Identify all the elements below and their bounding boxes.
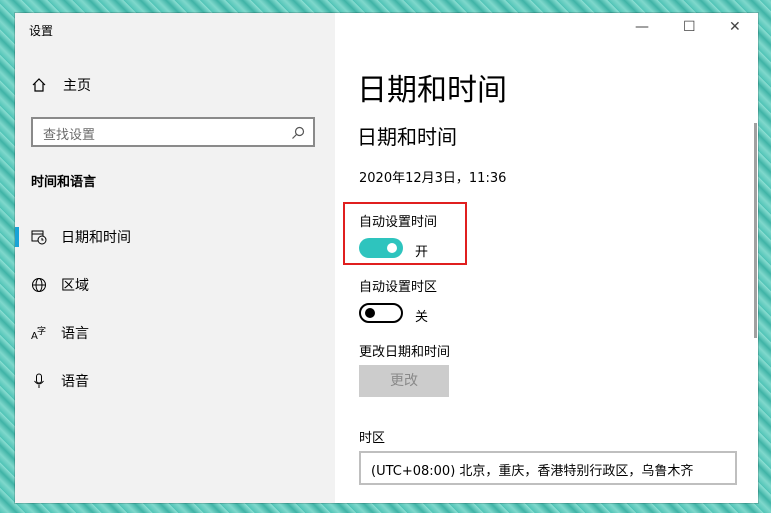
timezone-select[interactable]: (UTC+08:00) 北京，重庆，香港特别行政区，乌鲁木齐: [359, 451, 737, 485]
sidebar-item-language[interactable]: A 字 语言: [15, 318, 335, 348]
sidebar-item-label: 语音: [61, 374, 89, 390]
auto-timezone-label: 自动设置时区: [359, 280, 438, 295]
timezone-label: 时区: [359, 431, 386, 446]
main-content: — ☐ ✕ 日期和时间 日期和时间 2020年12月3日，11:36 自动设置时…: [335, 13, 758, 503]
auto-time-label: 自动设置时间: [359, 215, 438, 230]
auto-time-toggle[interactable]: [359, 238, 403, 258]
section-heading: 日期和时间: [357, 125, 457, 149]
sidebar-item-label: 语言: [61, 326, 89, 342]
settings-window: 设置 主页 查找设置 时间和语言 日期和时间 区域 A 字 语言 语音 — ☐ …: [15, 13, 758, 503]
maximize-button[interactable]: ☐: [683, 19, 696, 39]
search-placeholder: 查找设置: [43, 128, 96, 143]
minimize-button[interactable]: —: [635, 19, 649, 39]
toggle-knob: [387, 243, 397, 253]
auto-timezone-toggle[interactable]: [359, 303, 403, 323]
sidebar-item-label: 区域: [61, 278, 89, 294]
home-icon: [32, 78, 46, 92]
home-label: 主页: [63, 78, 91, 94]
window-title: 设置: [29, 24, 54, 38]
current-datetime: 2020年12月3日，11:36: [359, 171, 507, 186]
page-title: 日期和时间: [357, 73, 507, 108]
section-title: 时间和语言: [31, 175, 97, 190]
globe-icon: [31, 277, 47, 293]
search-icon: [292, 126, 305, 139]
microphone-icon: [31, 373, 47, 389]
sidebar-item-speech[interactable]: 语音: [15, 366, 335, 396]
change-datetime-label: 更改日期和时间: [359, 345, 451, 360]
close-button[interactable]: ✕: [729, 19, 741, 39]
sidebar-item-region[interactable]: 区域: [15, 270, 335, 300]
sidebar-home[interactable]: 主页: [31, 75, 91, 95]
scrollbar[interactable]: [754, 123, 757, 338]
change-button[interactable]: 更改: [359, 365, 449, 397]
calendar-clock-icon: [31, 229, 47, 245]
sidebar-item-label: 日期和时间: [61, 230, 131, 246]
toggle-knob: [365, 308, 375, 318]
auto-time-state: 开: [415, 245, 429, 260]
language-icon: A 字: [31, 325, 47, 341]
sidebar: 设置 主页 查找设置 时间和语言 日期和时间 区域 A 字 语言 语音: [15, 13, 335, 503]
sidebar-item-date-time[interactable]: 日期和时间: [15, 222, 335, 252]
search-input[interactable]: 查找设置: [31, 117, 315, 147]
svg-text:字: 字: [37, 325, 46, 337]
auto-timezone-state: 关: [415, 310, 429, 325]
